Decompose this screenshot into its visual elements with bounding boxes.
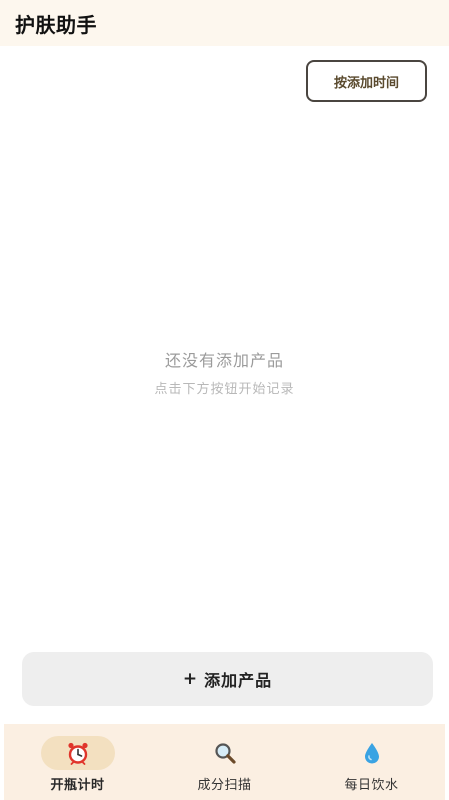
nav-label: 每日饮水 xyxy=(344,778,399,793)
nav-icon-pill xyxy=(335,736,409,770)
app-root: 护肤助手 按添加时间 还没有添加产品 点击下方按钮开始记录 + 添加产品 开瓶计 xyxy=(0,0,449,800)
plus-icon: + xyxy=(182,669,199,689)
nav-tab-daily-water[interactable]: 每日饮水 xyxy=(312,736,432,793)
nav-label: 成分扫描 xyxy=(197,778,252,793)
nav-icon-pill xyxy=(188,736,262,770)
app-header: 护肤助手 xyxy=(0,0,449,46)
nav-label: 开瓶计时 xyxy=(50,778,105,793)
nav-tab-open-timer[interactable]: 开瓶计时 xyxy=(18,736,138,793)
water-drop-icon xyxy=(364,743,379,764)
sort-by-added-time-button[interactable]: 按添加时间 xyxy=(306,60,427,102)
empty-state: 还没有添加产品 点击下方按钮开始记录 xyxy=(0,348,449,400)
empty-state-subtitle: 点击下方按钮开始记录 xyxy=(154,382,295,397)
empty-state-title: 还没有添加产品 xyxy=(164,351,284,370)
page-title: 护肤助手 xyxy=(15,12,97,37)
add-product-button[interactable]: + 添加产品 xyxy=(22,652,433,706)
alarm-clock-icon xyxy=(67,742,88,765)
nav-icon-pill xyxy=(40,736,115,770)
magnifier-icon xyxy=(214,743,236,764)
add-product-label: 添加产品 xyxy=(204,671,273,690)
bottom-nav: 开瓶计时 成分扫描 每日饮水 xyxy=(4,724,445,800)
nav-tab-ingredient-scan[interactable]: 成分扫描 xyxy=(165,736,285,793)
